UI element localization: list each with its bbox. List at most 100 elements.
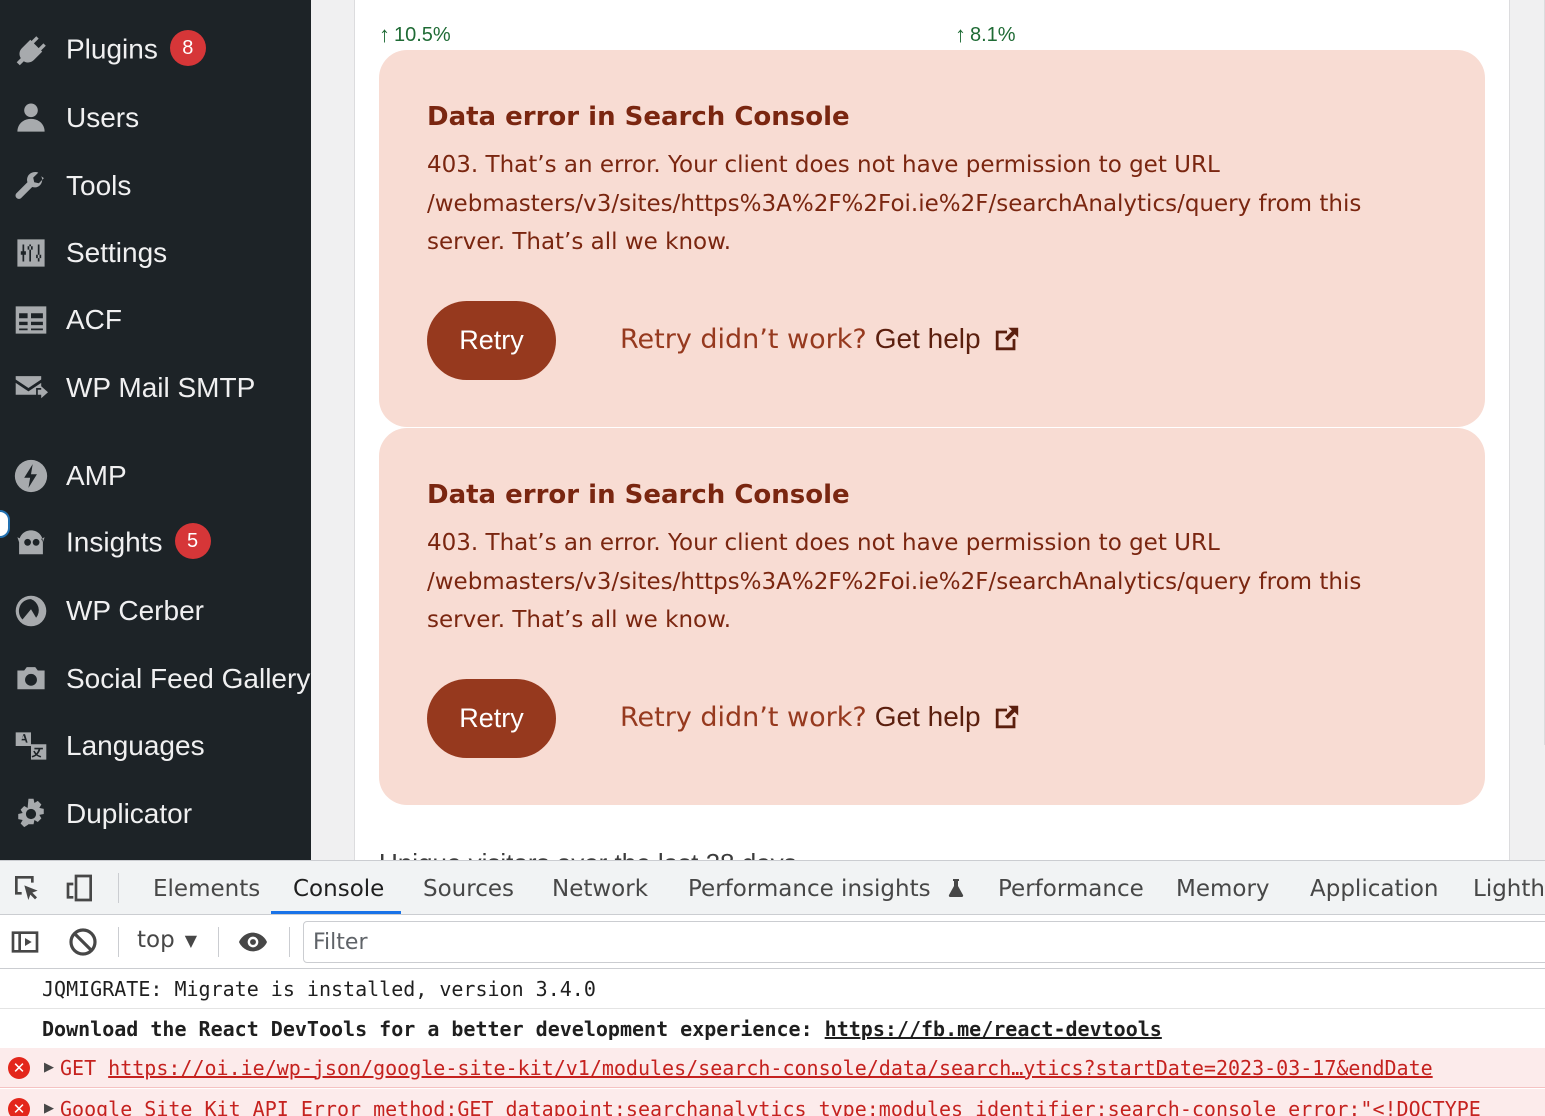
admin-sidebar: Plugins 8 Users Tools Settings ACF WP Mai… [0,0,311,860]
get-help-label: Get help [874,323,981,354]
caret-down-icon: ▼ [184,930,198,950]
log-message: Download the React DevTools for a better… [42,1016,825,1041]
main-content: ↑ 10.5% ↑ 8.1% Data error in Search Cons… [311,0,1545,860]
log-message: JQMIGRATE: Migrate is installed, version… [42,976,596,1001]
sidebar-item-label: Settings [66,237,168,268]
sidebar-item-acf[interactable]: ACF [0,290,311,350]
cerber-shield-icon [12,592,50,630]
error-title: Data error in Search Console [427,102,850,132]
context-value: top [137,927,175,953]
external-link-icon [995,327,1018,351]
error-message: Google Site Kit API Error method:GET dat… [60,1096,1481,1116]
tab-memory[interactable]: Memory [1176,861,1270,915]
sidebar-item-wp-cerber[interactable]: WP Cerber [0,581,311,641]
tab-label: Performance insights [688,876,931,902]
expand-triangle-icon[interactable]: ▶ [44,1060,54,1075]
tab-console[interactable]: Console [293,861,384,915]
tab-elements[interactable]: Elements [153,861,260,915]
translation-icon [12,727,50,765]
sidebar-item-label: ACF [66,304,122,335]
camera-icon [12,660,50,698]
get-help-link[interactable]: Get help [875,701,1021,733]
update-count-badge: 8 [169,30,206,66]
sidebar-item-label: WP Cerber [66,595,204,626]
stat-change-value: 8.1% [970,23,1016,46]
show-sidebar-icon[interactable] [9,926,41,958]
sidebar-item-insights[interactable]: Insights 5 [0,514,311,574]
sidebar-item-tools[interactable]: Tools [0,156,311,216]
error-x-icon: ✕ [8,1056,30,1079]
console-error-row[interactable]: ✕ ▶ Google Site Kit API Error method:GET… [0,1089,1545,1116]
tab-performance-insights[interactable]: Performance insights [688,861,966,915]
sidebar-item-label: AMP [66,460,127,491]
console-log-row: JQMIGRATE: Migrate is installed, version… [0,969,1545,1009]
toolbar-separator [118,927,119,957]
console-log-row: Download the React DevTools for a better… [0,1009,1545,1049]
request-method: GET [60,1055,109,1080]
tab-network[interactable]: Network [552,861,648,915]
console-toolbar: top ▼ [0,915,1545,969]
sidebar-item-social-feed-gallery[interactable]: Social Feed Gallery [0,649,311,709]
users-icon [12,99,50,137]
console-error-row[interactable]: ✕ ▶ GET https://oi.ie/wp-json/google-sit… [0,1048,1545,1088]
arrow-up-icon: ↑ [955,22,966,47]
tab-sources[interactable]: Sources [423,861,514,915]
sidebar-item-settings[interactable]: Settings [0,223,311,283]
console-filter-input[interactable] [303,921,1545,963]
get-help-label: Get help [874,701,981,732]
toolbar-separator [118,873,119,903]
retry-help-text: Retry didn’t work? [620,701,867,733]
external-link-icon [995,705,1018,729]
sidebar-item-label: Social Feed Gallery [66,663,311,694]
error-title: Data error in Search Console [427,480,850,510]
sidebar-item-wp-mail-smtp[interactable]: WP Mail SMTP [0,358,311,418]
error-card: Data error in Search Console 403. That’s… [379,428,1485,805]
notification-count-badge: 5 [174,523,211,559]
execution-context-select[interactable]: top ▼ [137,927,197,953]
acf-table-icon [12,301,50,339]
retry-button[interactable]: Retry [427,679,556,758]
sidebar-item-languages[interactable]: Languages [0,716,311,776]
react-devtools-link[interactable]: https://fb.me/react-devtools [825,1017,1162,1041]
sidebar-item-users[interactable]: Users [0,88,311,148]
devtools-tab-bar: Elements Console Sources Network Perform… [0,861,1545,915]
clear-console-icon[interactable] [67,926,99,958]
inspect-element-icon[interactable] [11,872,43,904]
stat-change-value: 10.5% [394,23,451,46]
device-toolbar-icon[interactable] [64,872,96,904]
tab-application[interactable]: Application [1310,861,1439,915]
devtools-panel: Elements Console Sources Network Perform… [0,860,1545,1116]
error-message: 403. That’s an error. Your client does n… [427,530,1362,633]
toolbar-separator [289,927,290,957]
expand-triangle-icon[interactable]: ▶ [44,1101,54,1116]
plugin-icon [12,32,50,70]
insights-monster-icon [12,525,50,563]
cut-off-caption: Unique visitors over the last 28 days [379,848,797,860]
sidebar-item-duplicator[interactable]: Duplicator [0,784,311,844]
sidebar-item-label: Languages [66,730,205,761]
get-help-link[interactable]: Get help [875,323,1021,355]
stat-change-up: ↑ 10.5% [379,22,451,48]
tab-lighthouse[interactable]: Lighthouse [1473,861,1545,915]
wrench-icon [12,167,50,205]
active-tab-indicator [271,911,401,914]
tab-performance[interactable]: Performance [998,861,1144,915]
retry-button[interactable]: Retry [427,301,556,380]
request-url-link[interactable]: https://oi.ie/wp-json/google-site-kit/v1… [108,1056,1433,1080]
error-x-icon: ✕ [8,1097,30,1116]
sidebar-item-label: Insights [66,526,163,558]
sidebar-item-label: Plugins [66,33,158,65]
sidebar-item-label: WP Mail SMTP [66,372,256,403]
sidebar-item-label: Users [66,102,140,133]
live-expression-eye-icon[interactable] [237,926,269,958]
duplicator-gear-icon [12,795,50,833]
retry-help: Retry didn’t work? Get help [620,701,1021,733]
retry-help-text: Retry didn’t work? [620,323,867,355]
toolbar-separator [218,927,219,957]
stat-change-up: ↑ 8.1% [955,22,1016,48]
error-card: Data error in Search Console 403. That’s… [379,50,1485,427]
sidebar-item-plugins[interactable]: Plugins 8 [0,21,311,81]
sidebar-item-amp[interactable]: AMP [0,446,311,506]
settings-sliders-icon [12,234,50,272]
sidebar-item-label: Tools [66,170,132,201]
